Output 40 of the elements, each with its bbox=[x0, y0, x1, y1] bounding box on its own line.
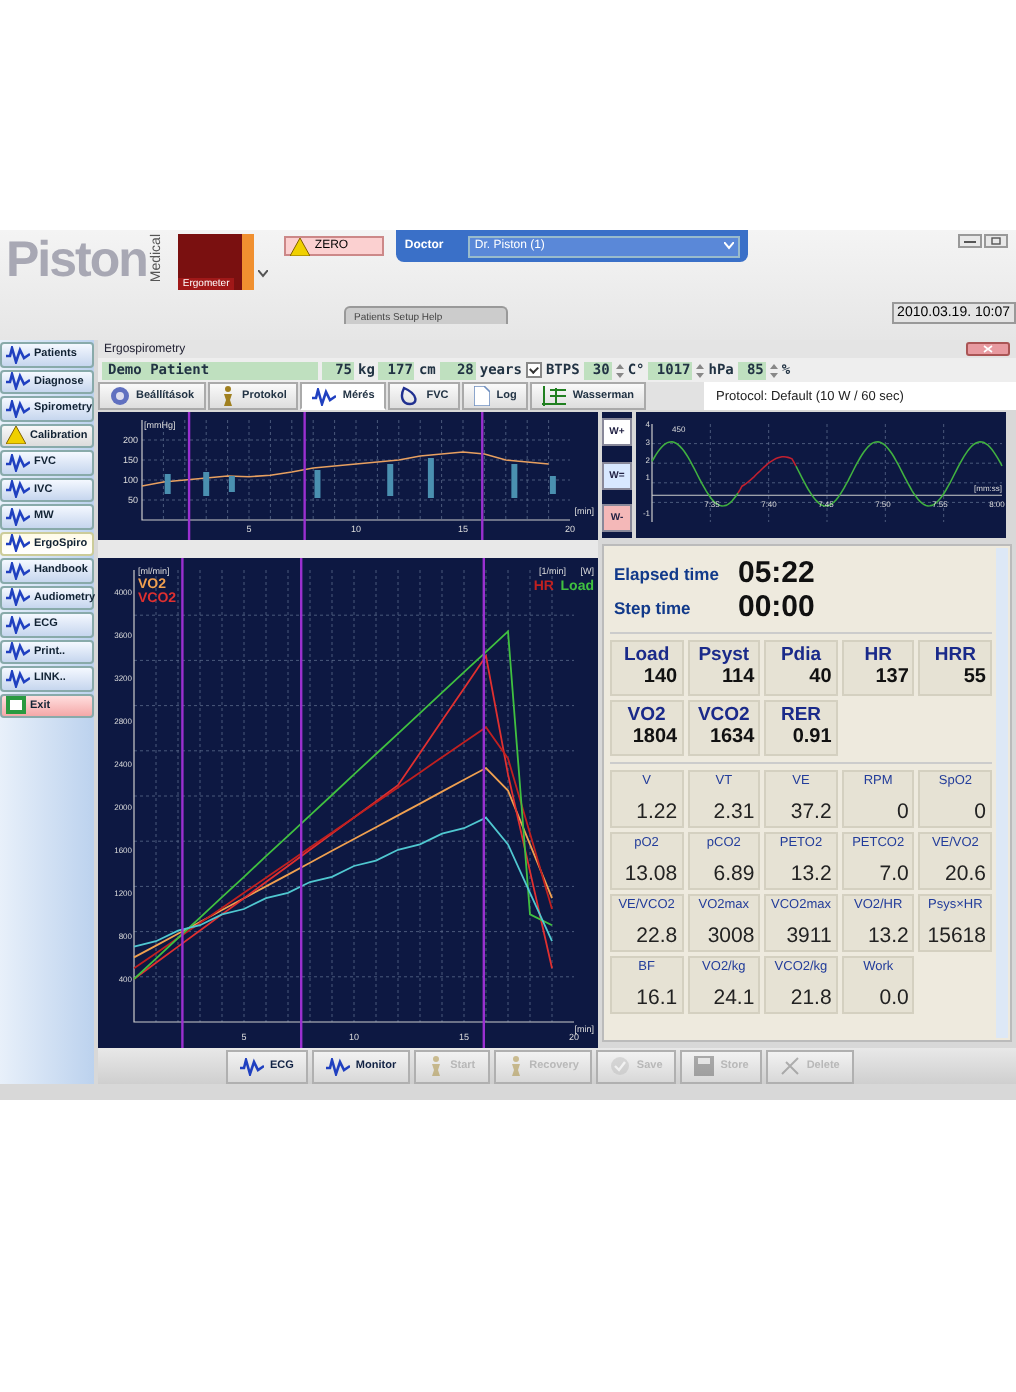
readout-label: Psyst bbox=[698, 644, 750, 666]
timer-label: Step time bbox=[614, 597, 693, 617]
readout-value: 1804 bbox=[632, 726, 680, 748]
readout-value: 24.1 bbox=[713, 986, 757, 1010]
readout-value: 20.6 bbox=[945, 862, 988, 886]
timer-value: 05:22 bbox=[738, 556, 817, 590]
readout-label: HRR bbox=[934, 644, 976, 666]
readout-value: 137 bbox=[875, 666, 911, 688]
readout-value: 0.91 bbox=[792, 726, 834, 748]
readout-value: 55 bbox=[963, 666, 988, 688]
readout-value: 37.2 bbox=[790, 800, 834, 824]
readout-value: 0 bbox=[974, 800, 988, 824]
timer-label: Elapsed time bbox=[614, 563, 721, 583]
readout-value: 16.1 bbox=[636, 986, 680, 1010]
readout-label: Pdia bbox=[780, 644, 822, 666]
readout-value: 13.2 bbox=[867, 924, 911, 948]
readout-value: 22.8 bbox=[636, 924, 680, 948]
readout-value: 1634 bbox=[709, 726, 757, 748]
readout-value: 1.22 bbox=[636, 800, 680, 824]
readout-label: HR bbox=[864, 644, 892, 666]
readout-value: 6.89 bbox=[713, 862, 757, 886]
readout-value: 0.0 bbox=[879, 986, 911, 1010]
timer-value: 00:00 bbox=[738, 590, 817, 624]
readout-value: 13.2 bbox=[790, 862, 834, 886]
readout-value: 0 bbox=[897, 800, 911, 824]
readout-value: 140 bbox=[643, 666, 680, 688]
readout-value: 7.0 bbox=[879, 862, 911, 886]
readout-label: VO2 bbox=[627, 704, 666, 726]
readout-value: 3008 bbox=[707, 924, 757, 948]
readout-value: 40 bbox=[809, 666, 834, 688]
readout-label: RER bbox=[780, 704, 822, 726]
readout-value: 21.8 bbox=[790, 986, 834, 1010]
readout-value: 2.31 bbox=[713, 800, 757, 824]
readout-value: 114 bbox=[722, 666, 757, 688]
logo: Piston bbox=[4, 230, 147, 290]
readout-label: VCO2 bbox=[697, 704, 750, 726]
readout-value: 3911 bbox=[786, 924, 834, 948]
readout-value: 13.08 bbox=[624, 862, 680, 886]
readout-label: Load bbox=[623, 644, 670, 666]
readout-value: 15618 bbox=[927, 924, 988, 948]
